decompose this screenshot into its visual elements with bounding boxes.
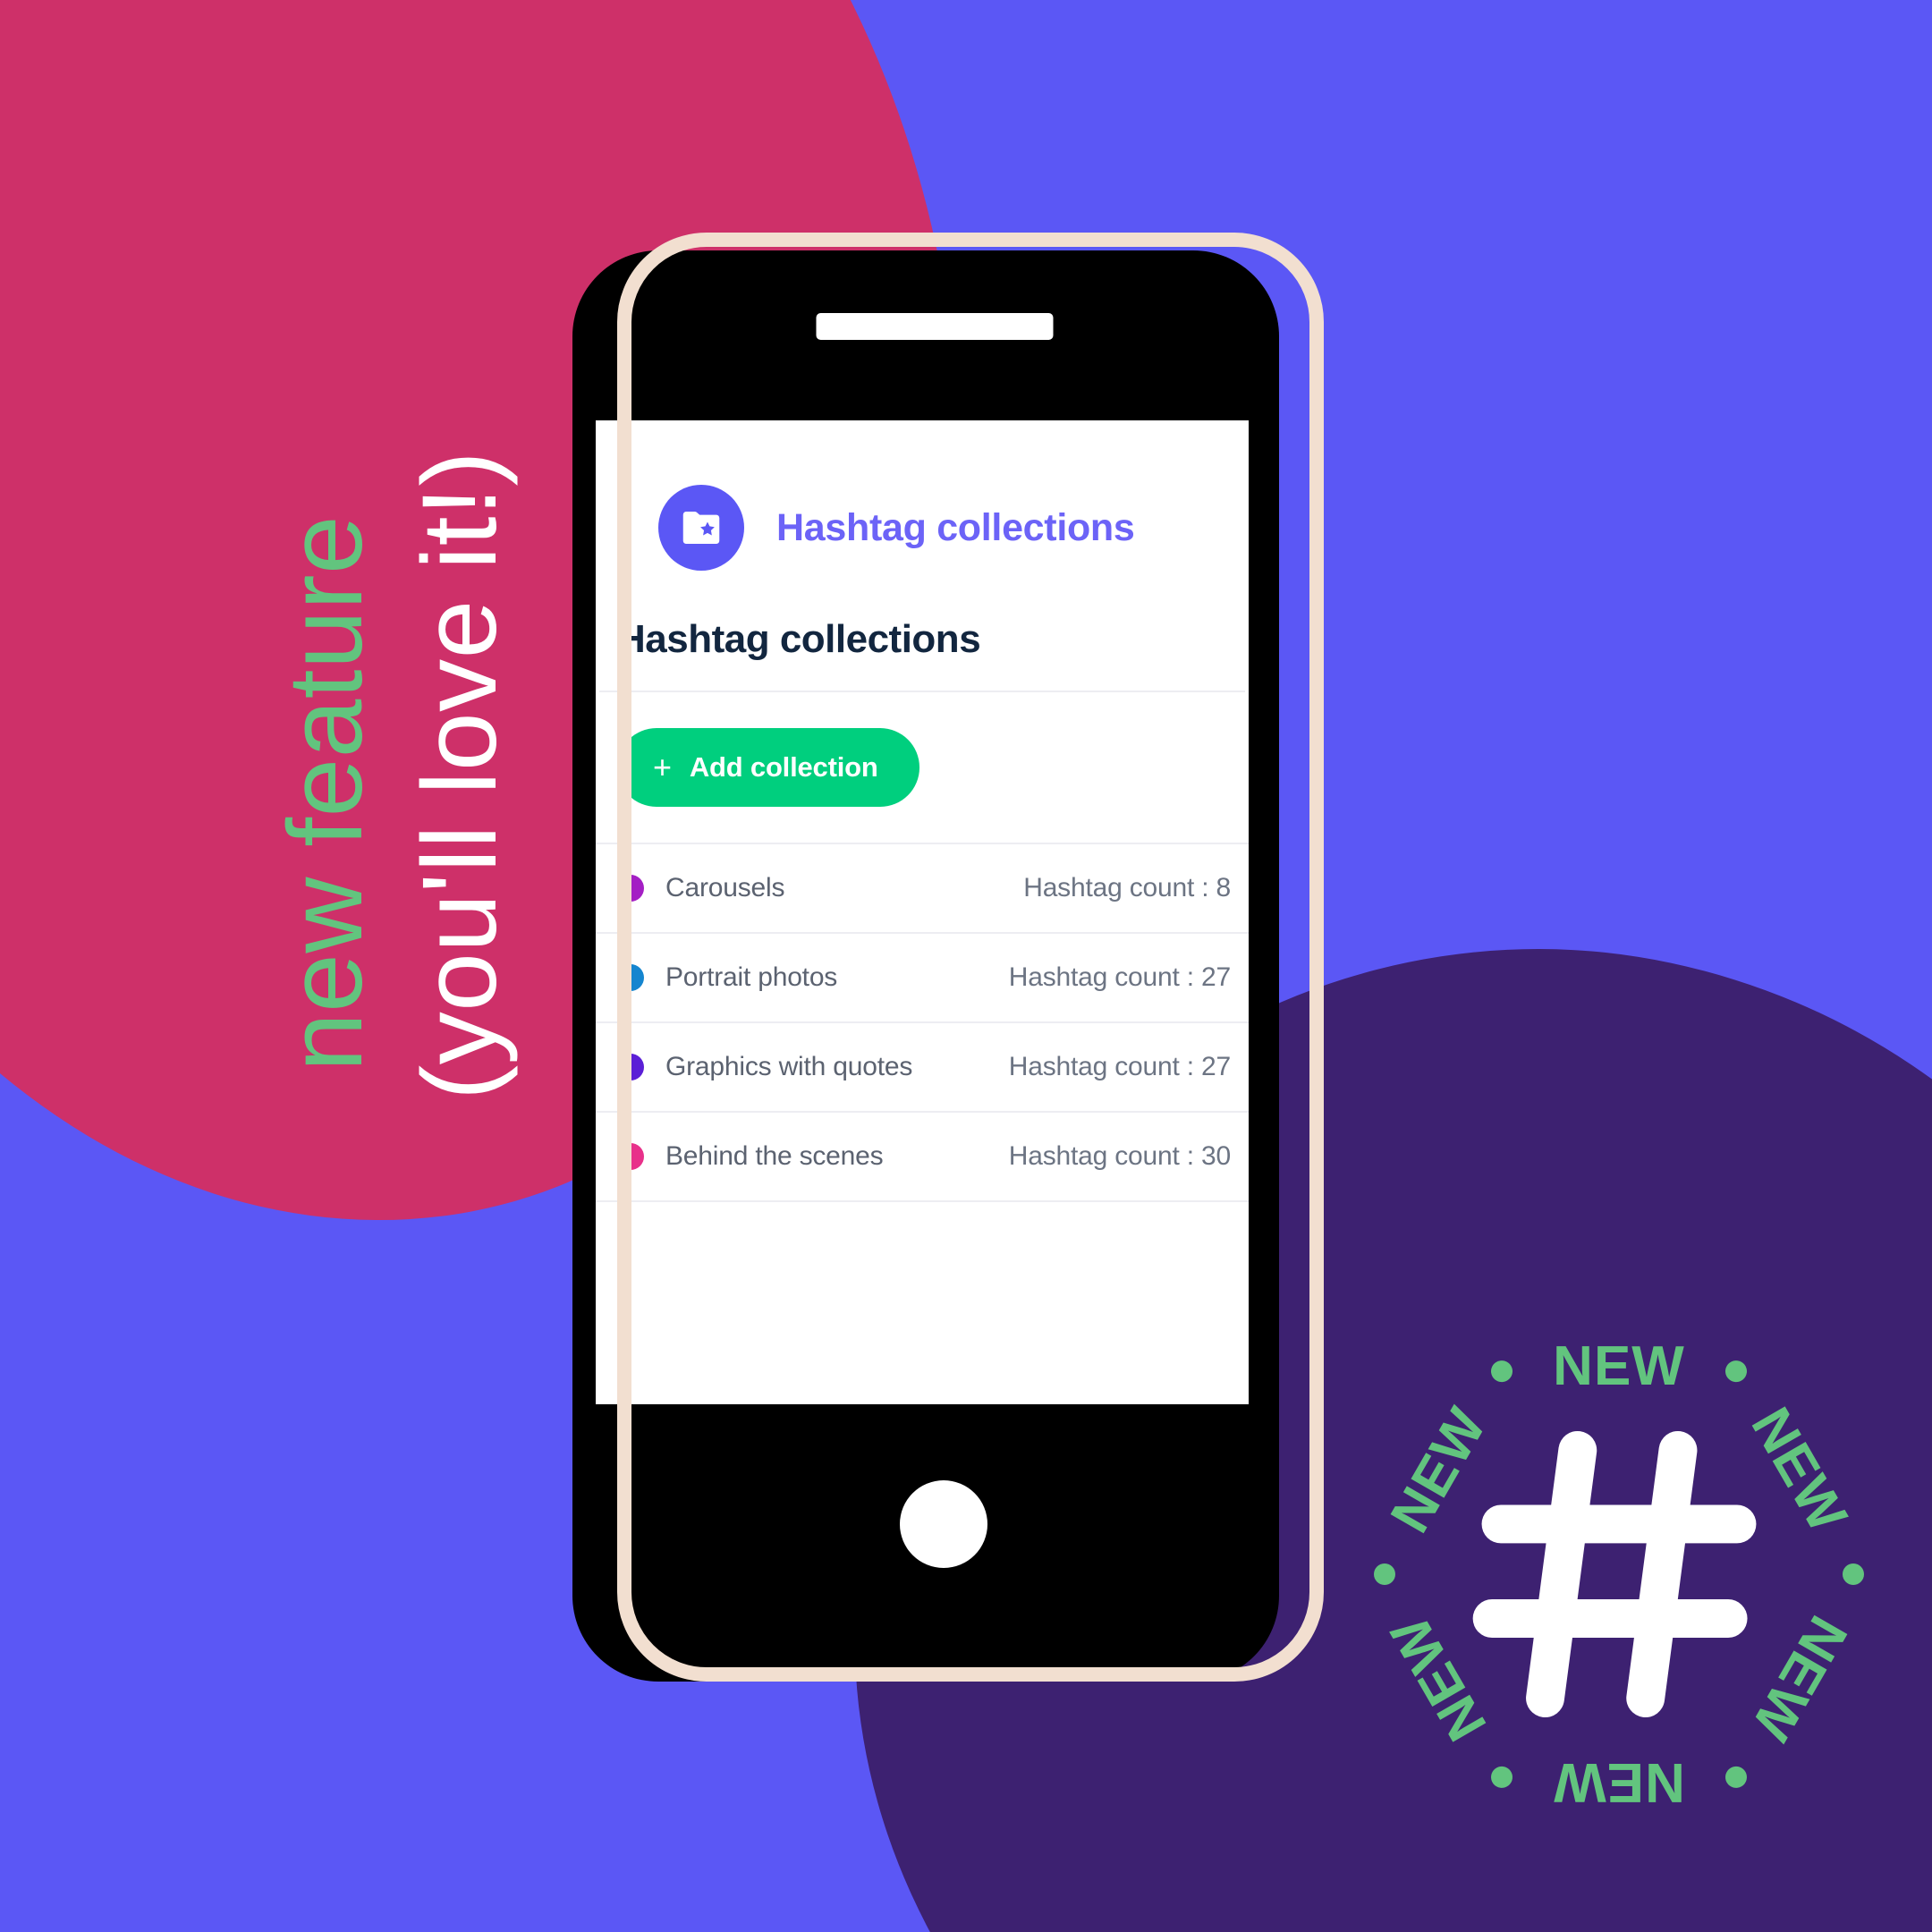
- home-button[interactable]: [900, 1480, 987, 1568]
- collection-row[interactable]: Carousels Hashtag count : 8: [596, 843, 1249, 932]
- badge-dot: [1843, 1563, 1864, 1585]
- badge-word-label: NEW: [1553, 1751, 1685, 1813]
- collection-color-dot-icon: [617, 1054, 644, 1080]
- folder-star-icon: [658, 485, 744, 571]
- badge-dot: [1374, 1563, 1395, 1585]
- plus-icon: +: [653, 749, 672, 785]
- collection-hashtag-count: Hashtag count : 30: [1008, 1141, 1231, 1171]
- app-name-label: Hashtag collections: [776, 505, 1135, 549]
- phone-screen: Hashtag collections Hashtag collections …: [596, 420, 1249, 1404]
- phone-mockup: Hashtag collections Hashtag collections …: [572, 233, 1324, 1699]
- collection-name: Carousels: [665, 873, 785, 902]
- collection-color-dot-icon: [617, 964, 644, 991]
- page-title: Hashtag collections: [617, 617, 981, 661]
- collection-color-dot-icon: [617, 1143, 644, 1170]
- poster-canvas: new feature (you'll love it!) Hashtag co…: [0, 0, 1932, 1932]
- collection-hashtag-count: Hashtag count : 27: [1008, 962, 1231, 992]
- collection-name: Portrait photos: [665, 962, 838, 992]
- collection-hashtag-count: Hashtag count : 27: [1008, 1052, 1231, 1081]
- collection-row[interactable]: Graphics with quotes Hashtag count : 27: [596, 1021, 1249, 1111]
- speaker-grille-icon: [816, 313, 1054, 340]
- collections-list: Carousels Hashtag count : 8 Portrait photo…: [596, 843, 1249, 1202]
- collection-name: Graphics with quotes: [665, 1052, 913, 1081]
- app-header: Hashtag collections: [596, 420, 1249, 571]
- collection-hashtag-count: Hashtag count : 8: [1023, 873, 1231, 902]
- add-collection-label: Add collection: [689, 751, 878, 783]
- new-badge: NEW NEW NEW NEW NEW NEW: [1333, 1288, 1905, 1860]
- toolbar: + Add collection: [596, 692, 1249, 843]
- collection-name: Behind the scenes: [665, 1141, 884, 1171]
- collection-row[interactable]: Portrait photos Hashtag count : 27: [596, 932, 1249, 1021]
- add-collection-button[interactable]: + Add collection: [617, 728, 919, 807]
- headline-new-feature: new feature: [267, 514, 385, 1072]
- collection-color-dot-icon: [617, 875, 644, 902]
- headline-youll-love-it: (you'll love it!): [401, 450, 519, 1100]
- badge-word-label: NEW: [1553, 1335, 1685, 1397]
- collection-row[interactable]: Behind the scenes Hashtag count : 30: [596, 1111, 1249, 1202]
